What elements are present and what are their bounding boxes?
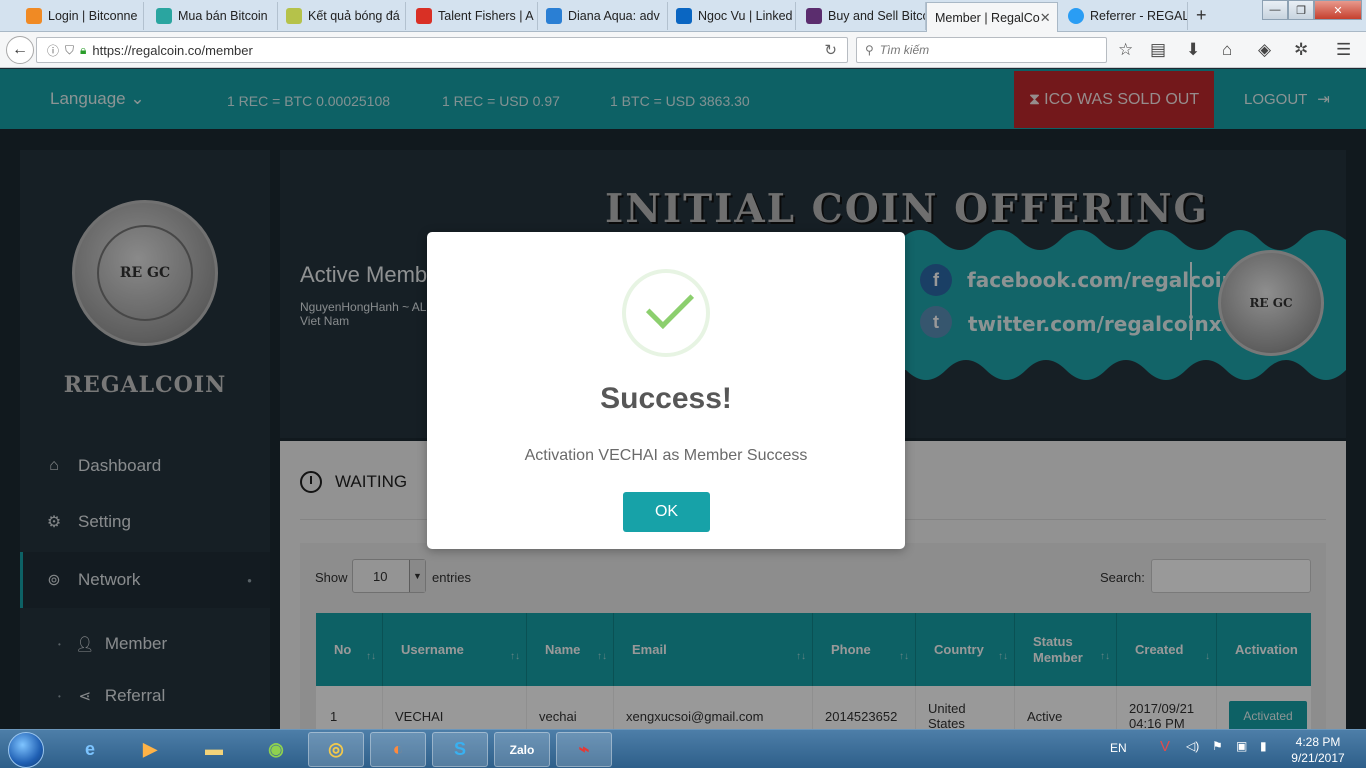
extension-icon[interactable]: ✲ bbox=[1294, 40, 1308, 60]
browser-tab-active[interactable]: Member | RegalCo ✕ bbox=[926, 2, 1058, 32]
linkedin-favicon-icon bbox=[676, 8, 692, 24]
menu-icon[interactable]: ☰ bbox=[1336, 40, 1351, 60]
volume-icon[interactable]: ◁) bbox=[1186, 739, 1199, 753]
checkmark-icon bbox=[645, 280, 695, 330]
success-check-icon bbox=[622, 269, 710, 357]
site-favicon-icon bbox=[156, 8, 172, 24]
arrow-left-icon: ← bbox=[12, 41, 28, 58]
success-dialog: Success! Activation VECHAI as Member Suc… bbox=[427, 232, 905, 549]
firefox-icon[interactable]: ◐ bbox=[370, 732, 426, 767]
pdf-reader-icon[interactable]: ⌁ bbox=[556, 732, 612, 767]
url-bar[interactable]: ⓘ ⛉ 🔒︎ https://regalcoin.co/member ↻ bbox=[36, 37, 848, 63]
ok-button[interactable]: OK bbox=[623, 492, 710, 532]
shield-icon[interactable]: ⛉ bbox=[65, 43, 74, 58]
home-icon[interactable]: ⌂ bbox=[1222, 40, 1232, 60]
network-icon[interactable]: ▮ bbox=[1260, 739, 1267, 753]
bookmark-star-icon[interactable]: ☆ bbox=[1118, 40, 1133, 60]
site-favicon-icon bbox=[286, 8, 302, 24]
lock-icon: 🔒︎ bbox=[80, 42, 87, 57]
maximize-button[interactable]: ❐ bbox=[1288, 0, 1314, 20]
close-window-button[interactable]: ✕ bbox=[1314, 0, 1362, 20]
dialog-message: Activation VECHAI as Member Success bbox=[524, 447, 808, 464]
browser-tab[interactable]: Ngoc Vu | Linked bbox=[668, 2, 796, 30]
minimize-button[interactable]: — bbox=[1262, 0, 1288, 20]
browser-tab[interactable]: Diana Aqua: adv bbox=[538, 2, 668, 30]
internet-explorer-icon[interactable]: e bbox=[62, 732, 118, 767]
browser-tab[interactable]: Kết quả bóng đá bbox=[278, 2, 406, 30]
browser-tab[interactable]: Buy and Sell Bitco bbox=[798, 2, 926, 30]
gmail-favicon-icon bbox=[416, 8, 432, 24]
browser-nav-bar: ← ⓘ ⛉ 🔒︎ https://regalcoin.co/member ↻ ⚲… bbox=[0, 32, 1366, 68]
reading-list-icon[interactable]: ▤ bbox=[1150, 40, 1166, 60]
device-icon[interactable]: ▣ bbox=[1236, 739, 1247, 753]
browser-tab[interactable]: Mua bán Bitcoin bbox=[148, 2, 278, 30]
new-tab-button[interactable]: + bbox=[1196, 5, 1207, 26]
browser-tab-strip: Login | Bitconne Mua bán Bitcoin Kết quả… bbox=[0, 0, 1366, 32]
pocket-icon[interactable]: ◈ bbox=[1258, 40, 1271, 60]
info-icon[interactable]: ⓘ bbox=[47, 42, 59, 59]
search-bar[interactable]: ⚲ Tìm kiếm bbox=[856, 37, 1107, 63]
media-player-icon[interactable]: ▶ bbox=[122, 732, 178, 767]
language-indicator[interactable]: EN bbox=[1110, 741, 1127, 755]
start-button[interactable] bbox=[8, 732, 44, 768]
file-explorer-icon[interactable]: ▬ bbox=[186, 732, 242, 767]
url-text[interactable]: https://regalcoin.co/member bbox=[92, 43, 252, 58]
search-icon: ⚲ bbox=[865, 43, 874, 57]
dialog-title: Success! bbox=[600, 382, 732, 415]
flag-icon[interactable]: ⚑ bbox=[1212, 739, 1223, 753]
site-favicon-icon bbox=[1068, 8, 1084, 24]
coccoc-icon[interactable]: ◉ bbox=[248, 732, 304, 767]
chrome-icon[interactable]: ◎ bbox=[308, 732, 364, 767]
windows-taskbar: e ▶ ▬ ◉ ◎ ◐ S Zalo ⌁ EN V ◁) ⚑ ▣ ▮ 4:28 … bbox=[0, 729, 1366, 768]
close-tab-icon[interactable]: ✕ bbox=[1040, 10, 1051, 26]
skype-icon[interactable]: S bbox=[432, 732, 488, 767]
antivirus-icon[interactable]: V bbox=[1160, 738, 1170, 755]
zalo-icon[interactable]: Zalo bbox=[494, 732, 550, 767]
back-button[interactable]: ← bbox=[6, 36, 34, 64]
browser-tab[interactable]: Talent Fishers | A bbox=[408, 2, 538, 30]
browser-tab[interactable]: Login | Bitconne bbox=[18, 2, 144, 30]
search-placeholder: Tìm kiếm bbox=[879, 43, 930, 57]
browser-tab[interactable]: Referrer - REGAL bbox=[1060, 2, 1188, 30]
site-favicon-icon bbox=[546, 8, 562, 24]
system-clock[interactable]: 4:28 PM 9/21/2017 bbox=[1283, 734, 1353, 766]
reload-icon[interactable]: ↻ bbox=[824, 41, 837, 59]
bitconnect-favicon-icon bbox=[26, 8, 42, 24]
download-icon[interactable]: ⬇ bbox=[1186, 40, 1200, 60]
site-favicon-icon bbox=[806, 8, 822, 24]
